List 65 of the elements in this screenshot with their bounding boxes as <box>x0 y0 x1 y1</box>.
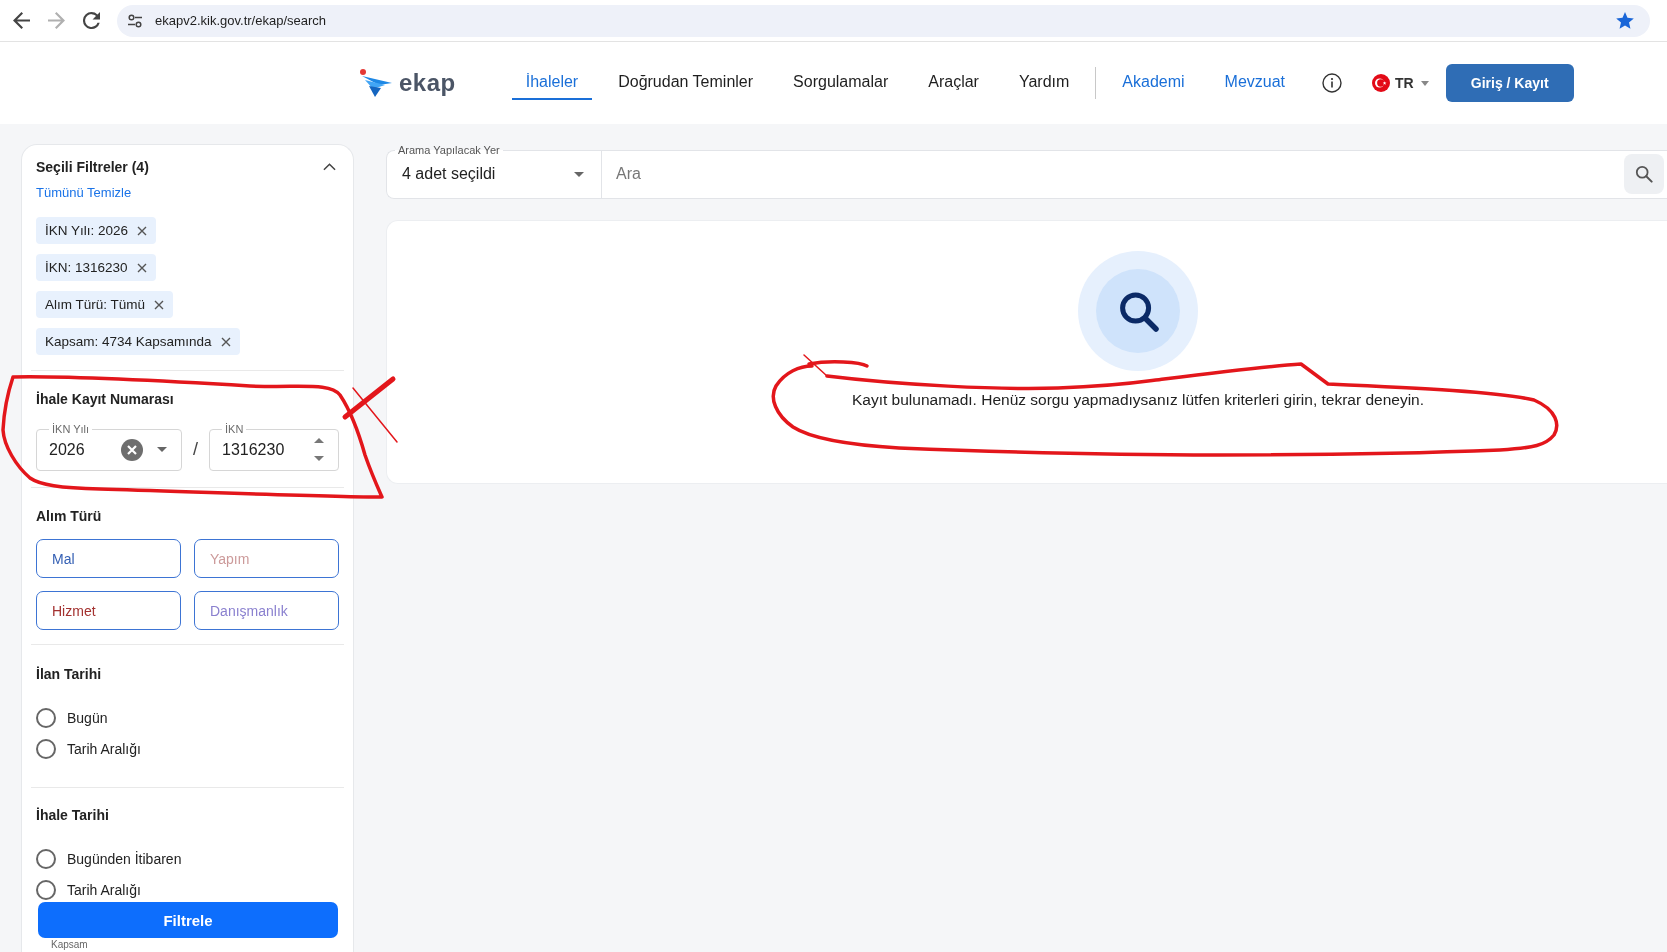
section-title: İlan Tarihi <box>36 665 102 683</box>
login-button[interactable]: Giriş / Kayıt <box>1445 64 1574 102</box>
filter-chip[interactable]: Alım Türü: Tümü <box>36 291 174 318</box>
section-title: Alım Türü <box>36 507 102 525</box>
bird-logo-icon[interactable] <box>359 68 393 98</box>
filter-button[interactable]: Filtrele <box>38 902 338 938</box>
close-icon[interactable] <box>220 336 231 347</box>
back-arrow-icon[interactable] <box>13 12 30 29</box>
field-value: 1316230 <box>222 440 285 459</box>
clear-all-link[interactable]: Tümünü Temizle <box>36 184 132 202</box>
caret-down-icon[interactable] <box>157 447 167 452</box>
section-title: Seçili Filtreler (4) <box>36 158 149 176</box>
crescent-flag-icon <box>1372 74 1391 92</box>
year-select-field[interactable]: İKN Yılı 2026 <box>36 423 182 471</box>
nav-menu-item[interactable]: Doğrudan Teminler <box>604 66 768 100</box>
separator-text: / <box>192 438 199 460</box>
caret-down-icon[interactable] <box>314 456 324 461</box>
procurement-type-button[interactable]: Mal <box>36 539 181 578</box>
floating-label: İKN Yılı <box>51 423 91 435</box>
search-button[interactable] <box>1624 154 1664 194</box>
floating-label: İKN <box>224 423 245 435</box>
info-icon[interactable] <box>1322 73 1343 93</box>
field-value: 2026 <box>49 440 85 459</box>
nav-link[interactable]: Mevzuat <box>1210 66 1300 100</box>
radio-empty-icon[interactable] <box>36 708 56 728</box>
section-title: İhale Tarihi <box>36 806 109 824</box>
logo-text[interactable]: ekap <box>399 69 456 97</box>
radio-empty-icon[interactable] <box>36 739 56 759</box>
filter-chip[interactable]: İKN: 1316230 <box>36 254 156 281</box>
radio-option[interactable]: Tarih Aralığı <box>36 739 141 759</box>
radio-option[interactable]: Bugün <box>36 708 141 728</box>
radio-empty-icon[interactable] <box>36 849 56 869</box>
radio-option[interactable]: Tarih Aralığı <box>36 880 182 900</box>
close-icon[interactable] <box>137 225 148 236</box>
search-icon <box>1078 251 1198 371</box>
star-icon[interactable] <box>1616 12 1634 29</box>
section-title: İhale Kayıt Numarası <box>36 390 174 408</box>
search-input[interactable]: Ara <box>602 151 1624 197</box>
caret-up-icon[interactable] <box>314 438 324 443</box>
clear-icon[interactable] <box>121 438 143 461</box>
radio-option[interactable]: Bugünden İtibaren <box>36 849 182 869</box>
address-bar[interactable]: ekapv2.kik.gov.tr/ekap/search <box>117 4 1650 37</box>
procurement-type-button[interactable]: Danışmanlık <box>194 591 339 630</box>
search-bar[interactable]: Arama Yapılacak Yer 4 adet seçildi Ara <box>386 144 1667 199</box>
radio-empty-icon[interactable] <box>36 880 56 900</box>
chevron-up-icon[interactable] <box>323 163 336 171</box>
search-icon <box>1635 165 1653 183</box>
procurement-type-button[interactable]: Hizmet <box>36 591 181 630</box>
filter-chip[interactable]: İKN Yılı: 2026 <box>36 217 157 244</box>
filter-chip[interactable]: Kapsam: 4734 Kapsamında <box>36 328 240 355</box>
nav-menu-item[interactable]: Yardım <box>1004 66 1084 100</box>
site-settings-icon[interactable] <box>127 13 143 28</box>
nav-menu-item[interactable]: Araçlar <box>914 66 993 100</box>
ikn-number-field[interactable]: İKN 1316230 <box>209 423 339 471</box>
nav-link[interactable]: Akademi <box>1108 66 1199 100</box>
reload-icon[interactable] <box>83 12 100 29</box>
close-icon[interactable] <box>154 299 165 310</box>
nav-menu-item[interactable]: İhaleler <box>511 66 593 100</box>
close-icon[interactable] <box>136 262 147 273</box>
caret-down-icon <box>574 171 584 177</box>
floating-label: Kapsam <box>51 939 88 950</box>
language-selector[interactable]: TR <box>1372 74 1429 92</box>
nav-menu-item[interactable]: Sorgulamalar <box>779 66 903 100</box>
empty-results-message: Kayıt bulunamadı. Henüz sorgu yapmadıysanız lütfen kriterleri girin, tekrar deneyin. <box>851 390 1425 410</box>
caret-down-icon <box>1420 80 1429 86</box>
